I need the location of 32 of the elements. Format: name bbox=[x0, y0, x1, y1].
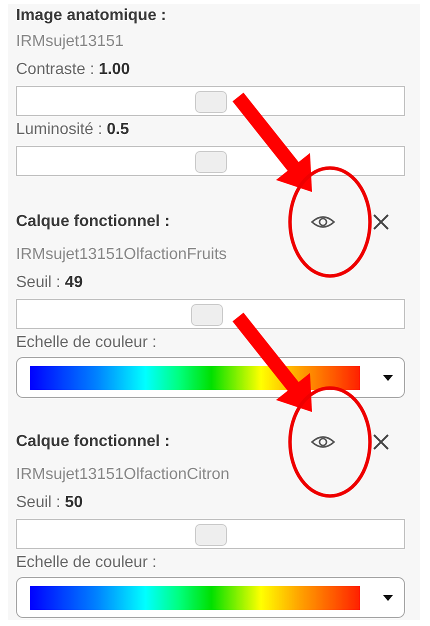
dataset-name: IRMsujet13151 bbox=[16, 32, 125, 52]
slider[interactable] bbox=[16, 146, 405, 176]
slider-thumb[interactable] bbox=[194, 91, 226, 113]
slider-label: Contraste : 1.00 bbox=[16, 60, 131, 80]
close-button[interactable] bbox=[372, 433, 390, 451]
slider-thumb[interactable] bbox=[194, 524, 226, 546]
slider-label: Luminosité : 0.5 bbox=[16, 120, 130, 140]
close-icon bbox=[372, 213, 390, 231]
slider-label: Seuil : 49 bbox=[16, 273, 84, 293]
visibility-toggle[interactable] bbox=[310, 214, 336, 230]
visibility-toggle[interactable] bbox=[310, 434, 336, 450]
close-icon bbox=[372, 433, 390, 451]
layer-heading: Calque fonctionnel : bbox=[16, 212, 171, 232]
layer-heading: Calque fonctionnel : bbox=[16, 432, 171, 452]
section-heading: Image anatomique : bbox=[16, 6, 168, 26]
slider[interactable] bbox=[16, 299, 405, 329]
dropdown-label: Echelle de couleur : bbox=[16, 553, 158, 573]
slider[interactable] bbox=[16, 86, 405, 116]
slider[interactable] bbox=[16, 519, 405, 549]
slider-thumb[interactable] bbox=[194, 151, 226, 173]
dataset-name: IRMsujet13151OlfactionCitron bbox=[16, 465, 230, 485]
dropdown-label: Echelle de couleur : bbox=[16, 333, 158, 353]
dataset-name: IRMsujet13151OlfactionFruits bbox=[16, 245, 228, 265]
caret-icon bbox=[382, 594, 394, 602]
colormap-dropdown[interactable] bbox=[16, 357, 405, 398]
caret-icon bbox=[382, 374, 394, 382]
slider-thumb[interactable] bbox=[190, 304, 223, 326]
eye-icon bbox=[310, 214, 336, 230]
colormap-dropdown[interactable] bbox=[16, 577, 405, 618]
slider-label: Seuil : 50 bbox=[16, 493, 84, 513]
eye-icon bbox=[310, 434, 336, 450]
close-button[interactable] bbox=[372, 213, 390, 231]
